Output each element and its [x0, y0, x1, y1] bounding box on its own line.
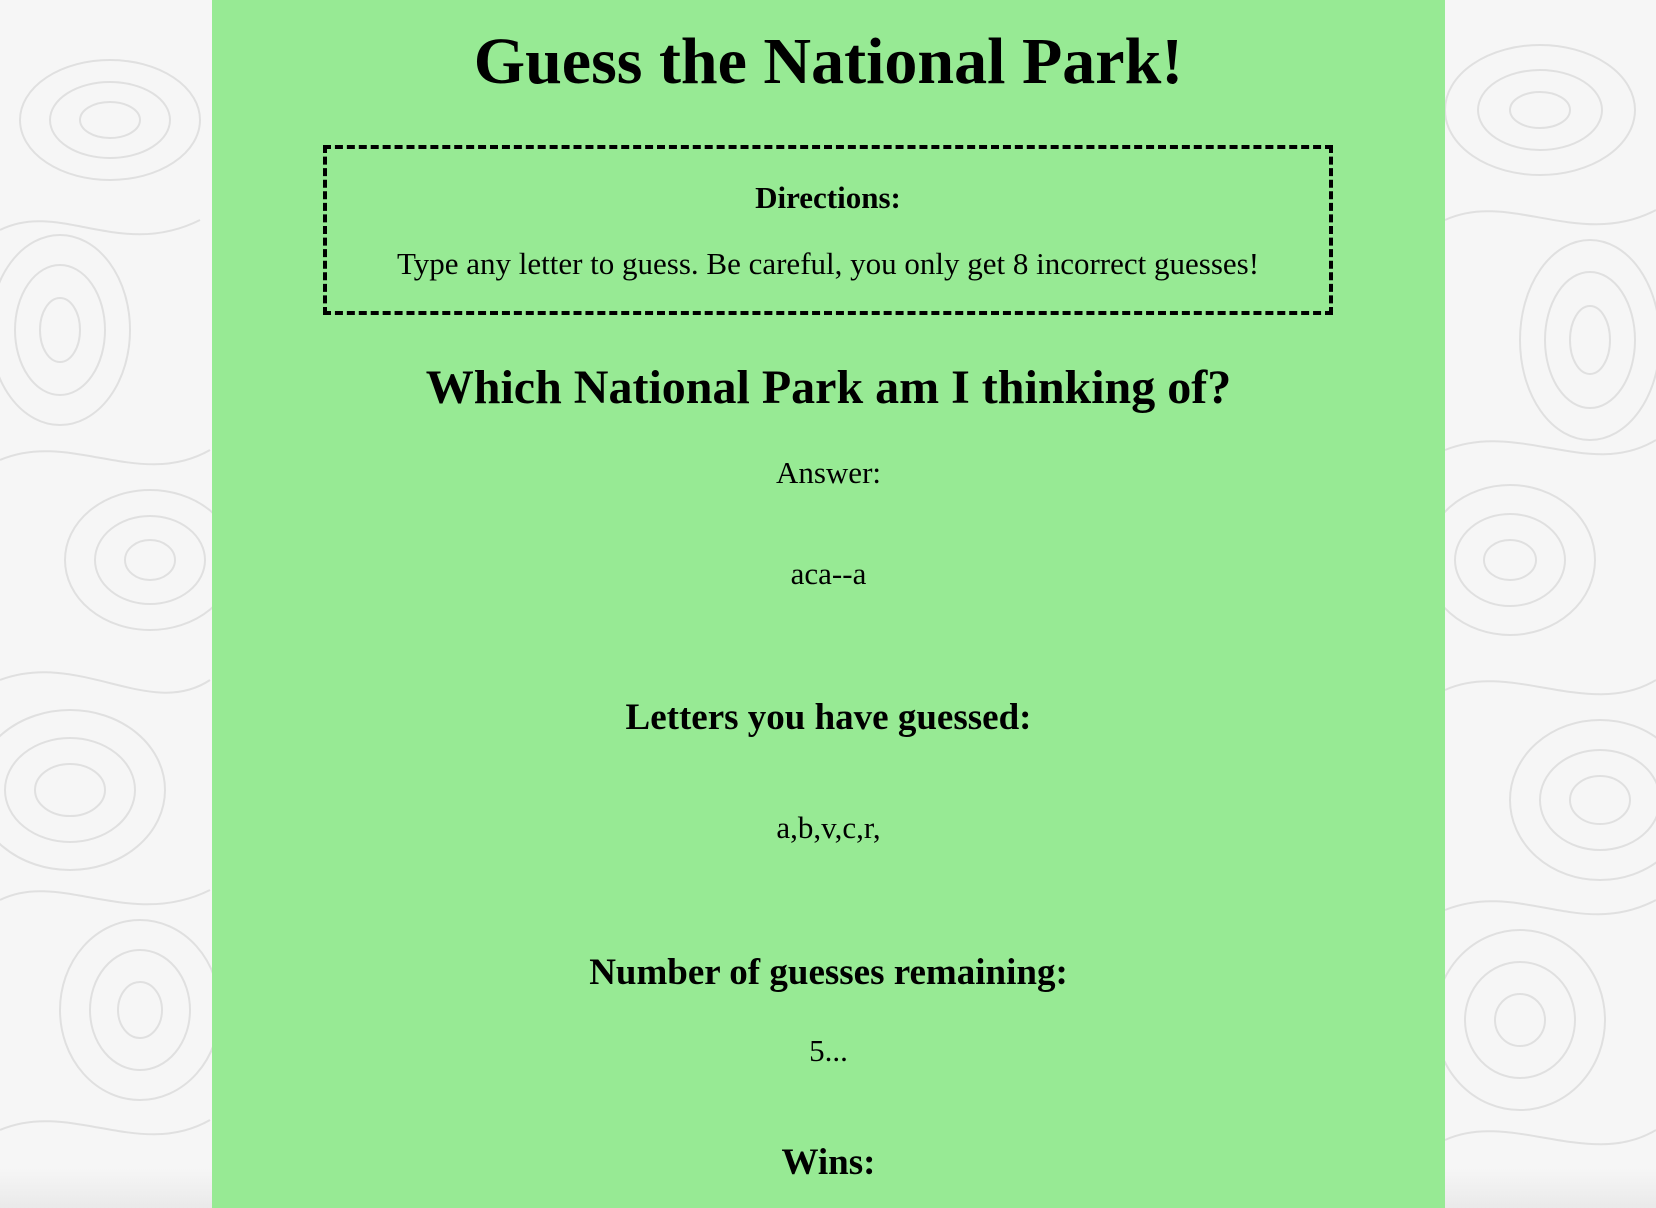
- game-panel: Guess the National Park! Directions: Typ…: [212, 0, 1445, 1208]
- guesses-remaining-heading: Number of guesses remaining:: [589, 952, 1068, 993]
- guessed-letters-list: a,b,v,c,r,: [776, 810, 881, 845]
- directions-heading: Directions:: [755, 180, 901, 215]
- guessed-letters-heading: Letters you have guessed:: [625, 697, 1032, 738]
- page-title: Guess the National Park!: [473, 25, 1184, 98]
- answer-label: Answer:: [775, 455, 882, 490]
- wins-heading: Wins:: [781, 1142, 876, 1183]
- question-heading: Which National Park am I thinking of?: [425, 361, 1232, 414]
- guesses-remaining-value: 5...: [809, 1033, 848, 1068]
- directions-box: Directions: Type any letter to guess. Be…: [323, 145, 1333, 315]
- directions-text: Type any letter to guess. Be careful, yo…: [396, 246, 1260, 281]
- answer-word: aca--a: [790, 556, 867, 591]
